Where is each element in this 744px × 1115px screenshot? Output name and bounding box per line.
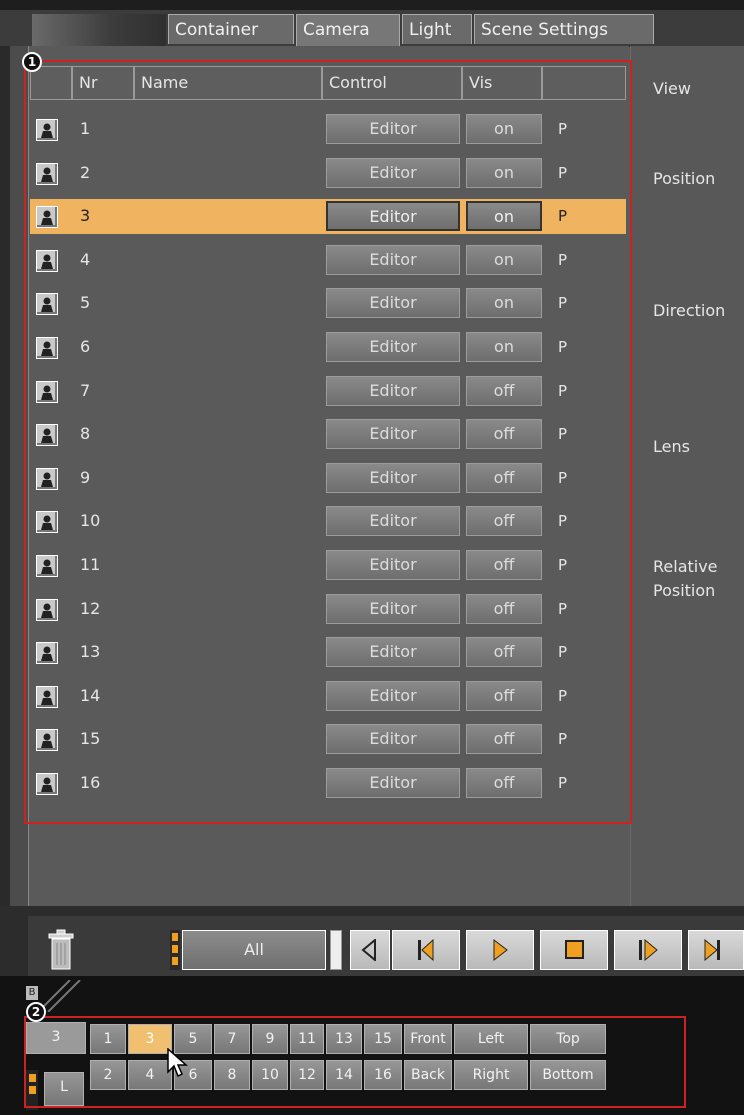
stop-icon[interactable] — [540, 930, 608, 970]
tab-camera[interactable]: Camera — [296, 14, 400, 46]
top-bar — [0, 0, 744, 10]
skip-start-icon[interactable] — [392, 930, 460, 970]
tab-light[interactable]: Light — [402, 14, 472, 44]
relative-position-label-2: Position — [653, 581, 716, 600]
play-icon[interactable] — [466, 930, 534, 970]
step-back-icon[interactable] — [350, 930, 390, 970]
annotation-badge-2: 2 — [26, 1002, 46, 1022]
toolbar-slider[interactable] — [330, 930, 342, 970]
annotation-badge-1: 1 — [22, 52, 42, 72]
annotation-box-1 — [24, 60, 632, 824]
annotation-box-2 — [24, 1016, 686, 1108]
lens-label: Lens — [653, 437, 690, 456]
tab-container[interactable]: Container — [168, 14, 294, 44]
all-button[interactable]: All — [182, 930, 326, 970]
tab-scene-settings[interactable]: Scene Settings — [474, 14, 654, 44]
relative-position-label-1: Relative — [653, 557, 718, 576]
small-tag: B — [26, 986, 38, 1000]
toggle-indicator[interactable] — [170, 930, 180, 970]
direction-label: Direction — [653, 301, 726, 320]
tab-strip-gradient — [32, 14, 166, 46]
skip-end-icon[interactable] — [688, 930, 744, 970]
view-label: View — [653, 79, 691, 98]
position-label: Position — [653, 169, 716, 188]
trash-icon[interactable] — [46, 928, 76, 974]
step-forward-icon[interactable] — [614, 930, 682, 970]
